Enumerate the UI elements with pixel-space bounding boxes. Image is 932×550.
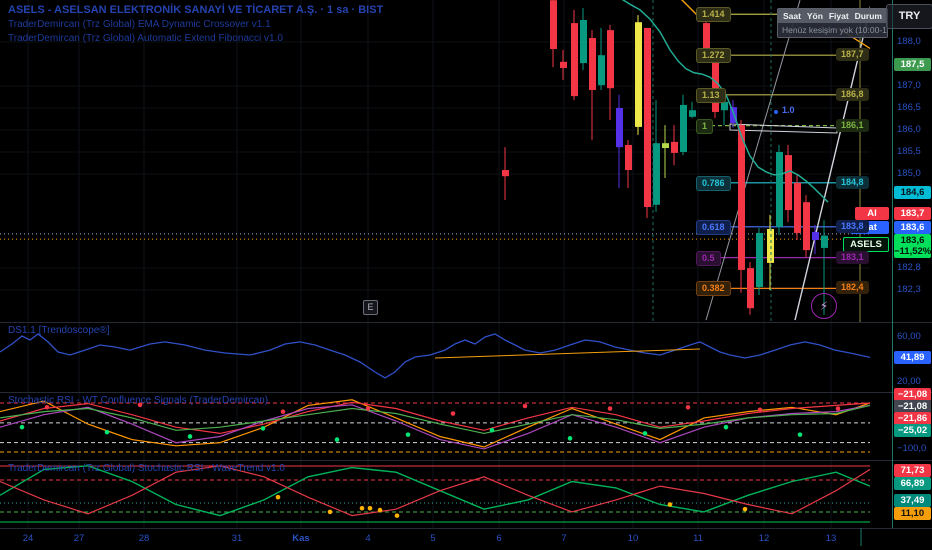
col-yon: Yön (806, 11, 823, 21)
fib-anchor-label: 1.0 (782, 105, 795, 115)
pane-title-stochrsi-wavetrend[interactable]: TraderDemircan (Trz Global) Stochastic R… (8, 463, 285, 474)
last-price-badge: 183,6 −11,52% (894, 234, 931, 258)
fib-level-label: 0.618 (696, 219, 731, 235)
axis-tick-label: 182,8 (897, 262, 921, 273)
earnings-event-icon[interactable]: E (363, 300, 378, 315)
axis-tick-label: 20,00 (897, 376, 921, 387)
col-durum: Durum (854, 11, 882, 21)
axis-tick-label: 187,0 (897, 80, 921, 91)
chart-overlay: ASELS - ASELSAN ELEKTRONİK SANAYİ VE TİC… (0, 0, 932, 550)
sell-price-badge: 183,6 (894, 221, 931, 234)
axis-value-badge: 71,73 (894, 464, 931, 477)
axis-tick-label: 185,5 (897, 146, 921, 157)
time-axis-label[interactable]: 4 (365, 533, 370, 544)
time-axis-label[interactable]: 7 (561, 533, 566, 544)
currency-toggle-button[interactable]: TRY (886, 4, 932, 29)
fib-price-label: 184,8 (836, 175, 869, 189)
fib-anchor-dot (774, 110, 778, 114)
fib-level-label: 0.786 (696, 175, 731, 191)
fib-price-label: 186,1 (836, 118, 869, 132)
time-axis-label[interactable]: 31 (232, 533, 243, 544)
pane-title-trendoscope[interactable]: DS1.1 [Trendoscope®] (8, 325, 110, 336)
time-axis-label[interactable]: Kas (292, 533, 309, 544)
lightning-alert-icon[interactable]: ⚡ (811, 293, 837, 319)
time-axis-label[interactable]: 28 (139, 533, 150, 544)
fib-price-label: 182,4 (836, 281, 869, 295)
trading-chart-app: ASELS - ASELSAN ELEKTRONİK SANAYİ VE TİC… (0, 0, 932, 550)
pane-title-stoch-wt-confluence[interactable]: Stochastic RSI - WT Confluence Signals (… (8, 395, 268, 406)
axis-tick-label: −100,0 (897, 443, 927, 454)
symbol-ticker-badge: ASELS (843, 237, 889, 252)
axis-value-badge: 184,6 (894, 186, 931, 199)
axis-value-badge: 11,10 (894, 507, 931, 520)
buy-label-badge: Al (855, 207, 889, 220)
indicator-title-auto-fibonacci[interactable]: TraderDemircan (Trz Global) Automatic Ex… (8, 33, 283, 44)
crossover-status-text: Henüz kesişim yok (10:00-18:00) (778, 23, 887, 37)
crossover-table-header: Saat Yön Fiyat Durum (778, 9, 887, 23)
fib-price-label: 183,1 (836, 250, 869, 264)
fib-price-label: 186,8 (836, 87, 869, 101)
time-axis-label[interactable]: 13 (826, 533, 837, 544)
col-saat: Saat (783, 11, 801, 21)
axis-tick-label: 182,3 (897, 284, 921, 295)
axis-value-badge: −25,02 (894, 424, 931, 437)
time-axis-label[interactable]: 5 (430, 533, 435, 544)
time-axis-label[interactable]: 12 (759, 533, 770, 544)
last-price-value: 183,6 (900, 235, 925, 246)
fib-level-label: 1.414 (696, 7, 731, 23)
fib-level-label: 1 (696, 118, 714, 134)
buy-price-badge: 183,7 (894, 207, 931, 220)
last-price-change-pct: −11,52% (894, 246, 932, 257)
axis-tick-label: 186,0 (897, 124, 921, 135)
axis-value-badge: 66,89 (894, 477, 931, 490)
time-axis-label[interactable]: 11 (693, 533, 703, 544)
time-axis-label[interactable]: 6 (496, 533, 501, 544)
time-axis-label[interactable]: 27 (74, 533, 85, 544)
fib-level-label: 1.13 (696, 87, 726, 103)
axis-tick-label: 186,5 (897, 102, 921, 113)
axis-value-badge: 187,5 (894, 58, 931, 71)
col-fiyat: Fiyat (828, 11, 849, 21)
time-axis-label[interactable]: 24 (23, 533, 34, 544)
axis-tick-label: 185,0 (897, 168, 921, 179)
fib-price-label: 187,7 (836, 48, 869, 62)
crossover-status-table: Saat Yön Fiyat Durum Henüz kesişim yok (… (777, 8, 888, 38)
fib-level-label: 0.5 (696, 250, 721, 266)
fib-price-label: 183,8 (836, 219, 869, 233)
axis-tick-label: 188,0 (897, 36, 921, 47)
fib-level-label: 0.382 (696, 281, 731, 297)
axis-tick-label: 60,00 (897, 331, 921, 342)
axis-value-badge: 41,89 (894, 351, 931, 364)
fib-level-label: 1.272 (696, 48, 731, 64)
time-axis-label[interactable]: 10 (628, 533, 639, 544)
indicator-title-ema-crossover[interactable]: TraderDemircan (Trz Global) EMA Dynamic … (8, 19, 271, 30)
symbol-title[interactable]: ASELS - ASELSAN ELEKTRONİK SANAYİ VE TİC… (8, 4, 383, 16)
axis-value-badge: 37,49 (894, 494, 931, 507)
